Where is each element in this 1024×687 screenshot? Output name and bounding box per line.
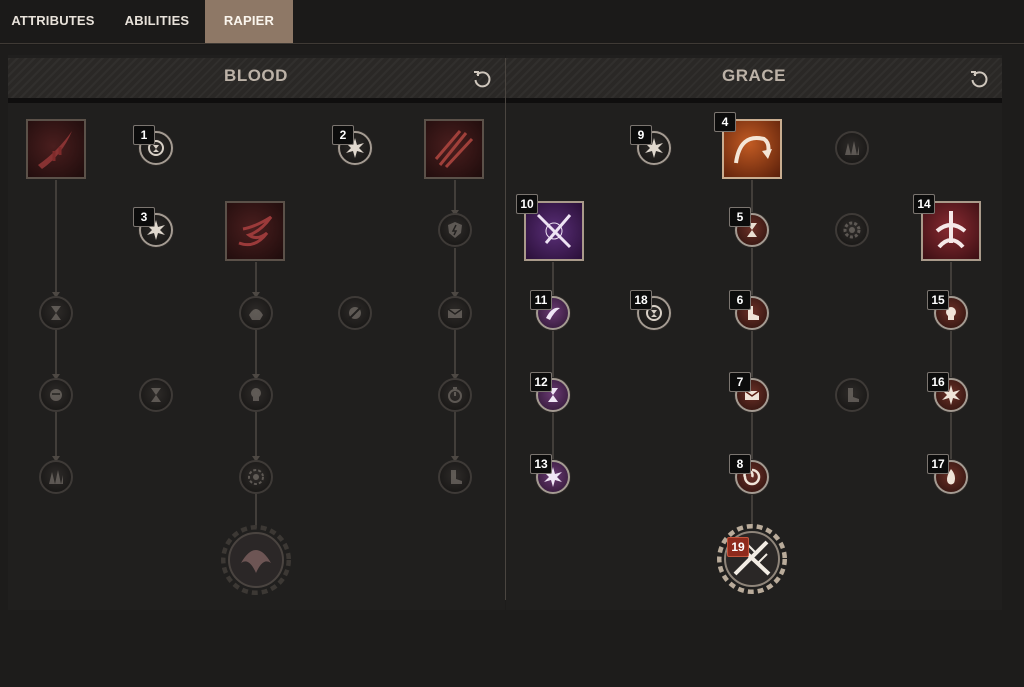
rank-badge: 15 xyxy=(927,290,949,310)
blood-node-gear-skull[interactable] xyxy=(239,460,273,494)
blood-passive-slash[interactable] xyxy=(26,119,86,179)
gear-slash-icon xyxy=(348,306,362,320)
blood-passive-claw[interactable] xyxy=(424,119,484,179)
blood-node-hourglass-2[interactable] xyxy=(139,378,173,412)
blood-node-shield[interactable] xyxy=(438,213,472,247)
rank-badge: 13 xyxy=(530,454,552,474)
skull-icon xyxy=(251,388,261,401)
rank-badge: 1 xyxy=(133,125,155,145)
spikes-icon xyxy=(49,470,63,484)
helm-icon xyxy=(249,309,263,320)
hourglass-icon xyxy=(51,306,61,320)
rank-badge: 14 xyxy=(913,194,935,214)
rank-badge: 17 xyxy=(927,454,949,474)
rank-badge: 11 xyxy=(530,290,552,310)
blood-claw-icon xyxy=(434,130,474,169)
blood-node-spikes[interactable] xyxy=(39,460,73,494)
rank-badge: 6 xyxy=(729,290,751,310)
blood-capstone[interactable] xyxy=(221,525,291,595)
envelope-icon xyxy=(447,308,463,318)
blood-node-skull[interactable] xyxy=(239,378,273,412)
grace-capstone[interactable] xyxy=(717,524,787,594)
blood-slash-icon xyxy=(38,131,72,169)
shield-bolt-icon xyxy=(448,222,462,238)
stopwatch-icon xyxy=(448,387,462,403)
grace-node-spikes[interactable] xyxy=(835,131,869,165)
boot-icon xyxy=(848,388,859,402)
skill-links xyxy=(52,180,952,528)
blood-passive-wind[interactable] xyxy=(225,201,285,261)
hourglass-icon xyxy=(151,388,161,402)
blood-wind-icon xyxy=(238,215,273,247)
rank-badge: 9 xyxy=(630,125,652,145)
rank-badge: 18 xyxy=(630,290,652,310)
face-icon xyxy=(50,389,62,401)
blood-node-envelope[interactable] xyxy=(438,296,472,330)
rank-badge: 12 xyxy=(530,372,552,392)
rank-badge: 8 xyxy=(729,454,751,474)
rank-badge: 3 xyxy=(133,207,155,227)
boot-icon xyxy=(451,470,462,484)
blood-node-gear[interactable] xyxy=(338,296,372,330)
rank-badge: 7 xyxy=(729,372,751,392)
rank-badge: 16 xyxy=(927,372,949,392)
rank-badge: 2 xyxy=(332,125,354,145)
grace-node-boot[interactable] xyxy=(835,378,869,412)
spikes-icon xyxy=(845,141,859,155)
gear-skull-icon xyxy=(248,469,264,485)
blood-node-helm[interactable] xyxy=(239,296,273,330)
blood-node-face[interactable] xyxy=(39,378,73,412)
gear-icon xyxy=(843,221,861,239)
rank-badge: 10 xyxy=(516,194,538,214)
blood-node-stopwatch[interactable] xyxy=(438,378,472,412)
blood-node-hourglass[interactable] xyxy=(39,296,73,330)
blood-node-boot[interactable] xyxy=(438,460,472,494)
rank-badge: 4 xyxy=(714,112,736,132)
rank-badge: 5 xyxy=(729,207,751,227)
grace-node-gear[interactable] xyxy=(835,213,869,247)
rank-badge-capstone: 19 xyxy=(727,537,749,557)
